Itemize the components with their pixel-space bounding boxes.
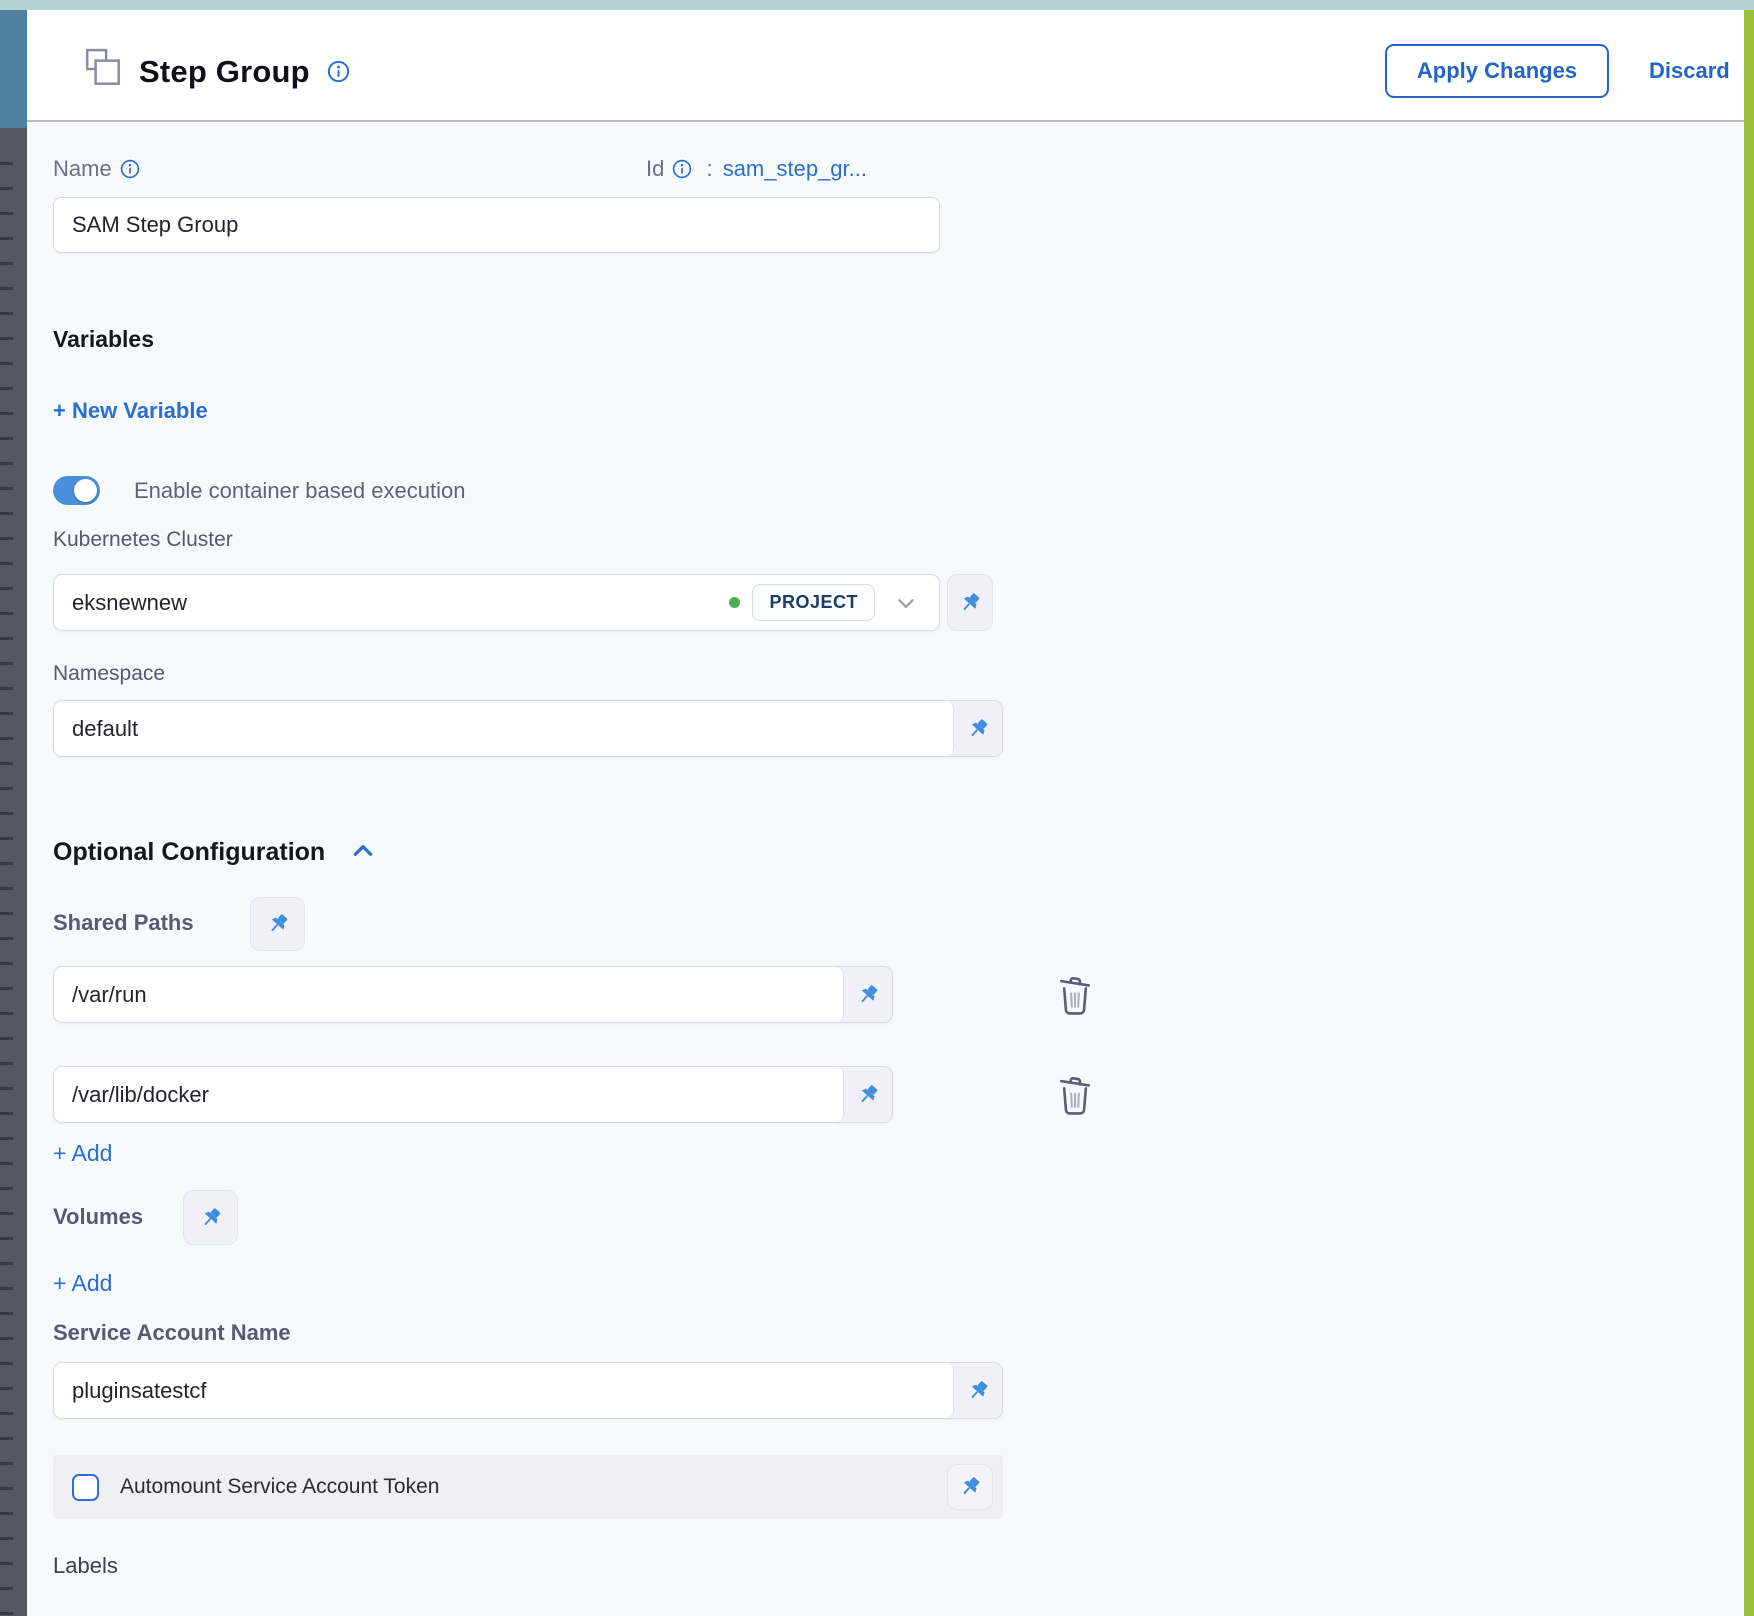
add-shared-path-link[interactable]: + Add	[53, 1140, 112, 1167]
optional-configuration-row: Optional Configuration	[53, 838, 376, 867]
service-account-label: Service Account Name	[53, 1320, 291, 1346]
name-label: Name	[53, 156, 112, 181]
volumes-pin-button[interactable]	[183, 1190, 238, 1245]
delete-shared-path-icon[interactable]	[1056, 1072, 1094, 1118]
automount-token-label: Automount Service Account Token	[120, 1475, 439, 1499]
pin-icon	[958, 1475, 982, 1499]
volumes-label: Volumes	[53, 1204, 143, 1230]
kubernetes-cluster-select[interactable]: eksnewnew PROJECT	[53, 574, 940, 631]
shared-path-row	[53, 966, 893, 1023]
id-value[interactable]: sam_step_gr...	[723, 156, 867, 181]
left-panel-minimap	[0, 140, 13, 1616]
automount-pin-button[interactable]	[947, 1464, 993, 1510]
chevron-down-icon[interactable]	[893, 590, 919, 616]
namespace-field	[53, 700, 1003, 757]
automount-token-checkbox[interactable]	[72, 1474, 99, 1501]
shared-paths-pin-button[interactable]	[250, 897, 305, 951]
pin-icon	[266, 912, 290, 936]
container-execution-label: Enable container based execution	[134, 478, 465, 504]
labels-label: Labels	[53, 1553, 118, 1579]
namespace-label: Namespace	[53, 662, 165, 686]
pin-icon	[856, 983, 880, 1007]
shared-path-pin-button[interactable]	[844, 1067, 892, 1122]
pin-icon	[958, 591, 982, 615]
pin-icon	[199, 1206, 223, 1230]
connector-status-dot	[729, 597, 740, 608]
delete-shared-path-icon[interactable]	[1056, 972, 1094, 1018]
kubernetes-cluster-value: eksnewnew	[54, 590, 729, 616]
pin-icon	[966, 1379, 990, 1403]
id-row: Id : sam_step_gr...	[646, 156, 867, 182]
add-volume-link[interactable]: + Add	[53, 1270, 112, 1297]
pin-icon	[856, 1083, 880, 1107]
name-label-row: Name	[53, 156, 140, 182]
collapsed-left-panel[interactable]	[0, 10, 27, 1616]
optional-configuration-title: Optional Configuration	[53, 838, 325, 866]
variables-title: Variables	[53, 326, 154, 353]
collapse-chevron-up-icon[interactable]	[350, 838, 376, 864]
shared-path-input[interactable]	[54, 967, 844, 1022]
container-execution-toggle[interactable]	[53, 476, 100, 505]
service-account-input[interactable]	[54, 1363, 954, 1418]
name-info-icon[interactable]	[120, 159, 140, 179]
step-group-icon	[83, 48, 125, 90]
title-info-icon[interactable]	[327, 60, 350, 83]
discard-button[interactable]: Discard	[1649, 58, 1730, 84]
shared-path-input[interactable]	[54, 1067, 844, 1122]
step-group-panel: Step Group Apply Changes Discard Name Id…	[0, 0, 1754, 1616]
page-title: Step Group	[139, 54, 310, 90]
container-execution-row: Enable container based execution	[53, 476, 465, 505]
pin-icon	[966, 717, 990, 741]
right-green-gutter[interactable]	[1744, 10, 1754, 1616]
id-info-icon[interactable]	[672, 159, 692, 179]
top-teal-bar	[0, 0, 1754, 10]
shared-paths-label: Shared Paths	[53, 910, 194, 936]
left-panel-highlight	[0, 10, 27, 128]
panel-header: Step Group Apply Changes Discard	[27, 10, 1744, 122]
id-label: Id	[646, 156, 664, 181]
apply-changes-button[interactable]: Apply Changes	[1385, 44, 1609, 98]
new-variable-link[interactable]: + New Variable	[53, 398, 208, 424]
kubernetes-cluster-pin-button[interactable]	[947, 574, 993, 631]
scope-badge: PROJECT	[752, 584, 875, 621]
id-separator: :	[706, 156, 712, 181]
toggle-knob	[74, 479, 97, 502]
name-input[interactable]	[53, 197, 940, 253]
namespace-input[interactable]	[54, 701, 954, 756]
kubernetes-cluster-label: Kubernetes Cluster	[53, 528, 233, 552]
service-account-field	[53, 1362, 1003, 1419]
shared-path-row	[53, 1066, 893, 1123]
shared-path-pin-button[interactable]	[844, 967, 892, 1022]
automount-token-row: Automount Service Account Token	[53, 1455, 1003, 1519]
service-account-pin-button[interactable]	[954, 1363, 1002, 1418]
namespace-pin-button[interactable]	[954, 701, 1002, 756]
